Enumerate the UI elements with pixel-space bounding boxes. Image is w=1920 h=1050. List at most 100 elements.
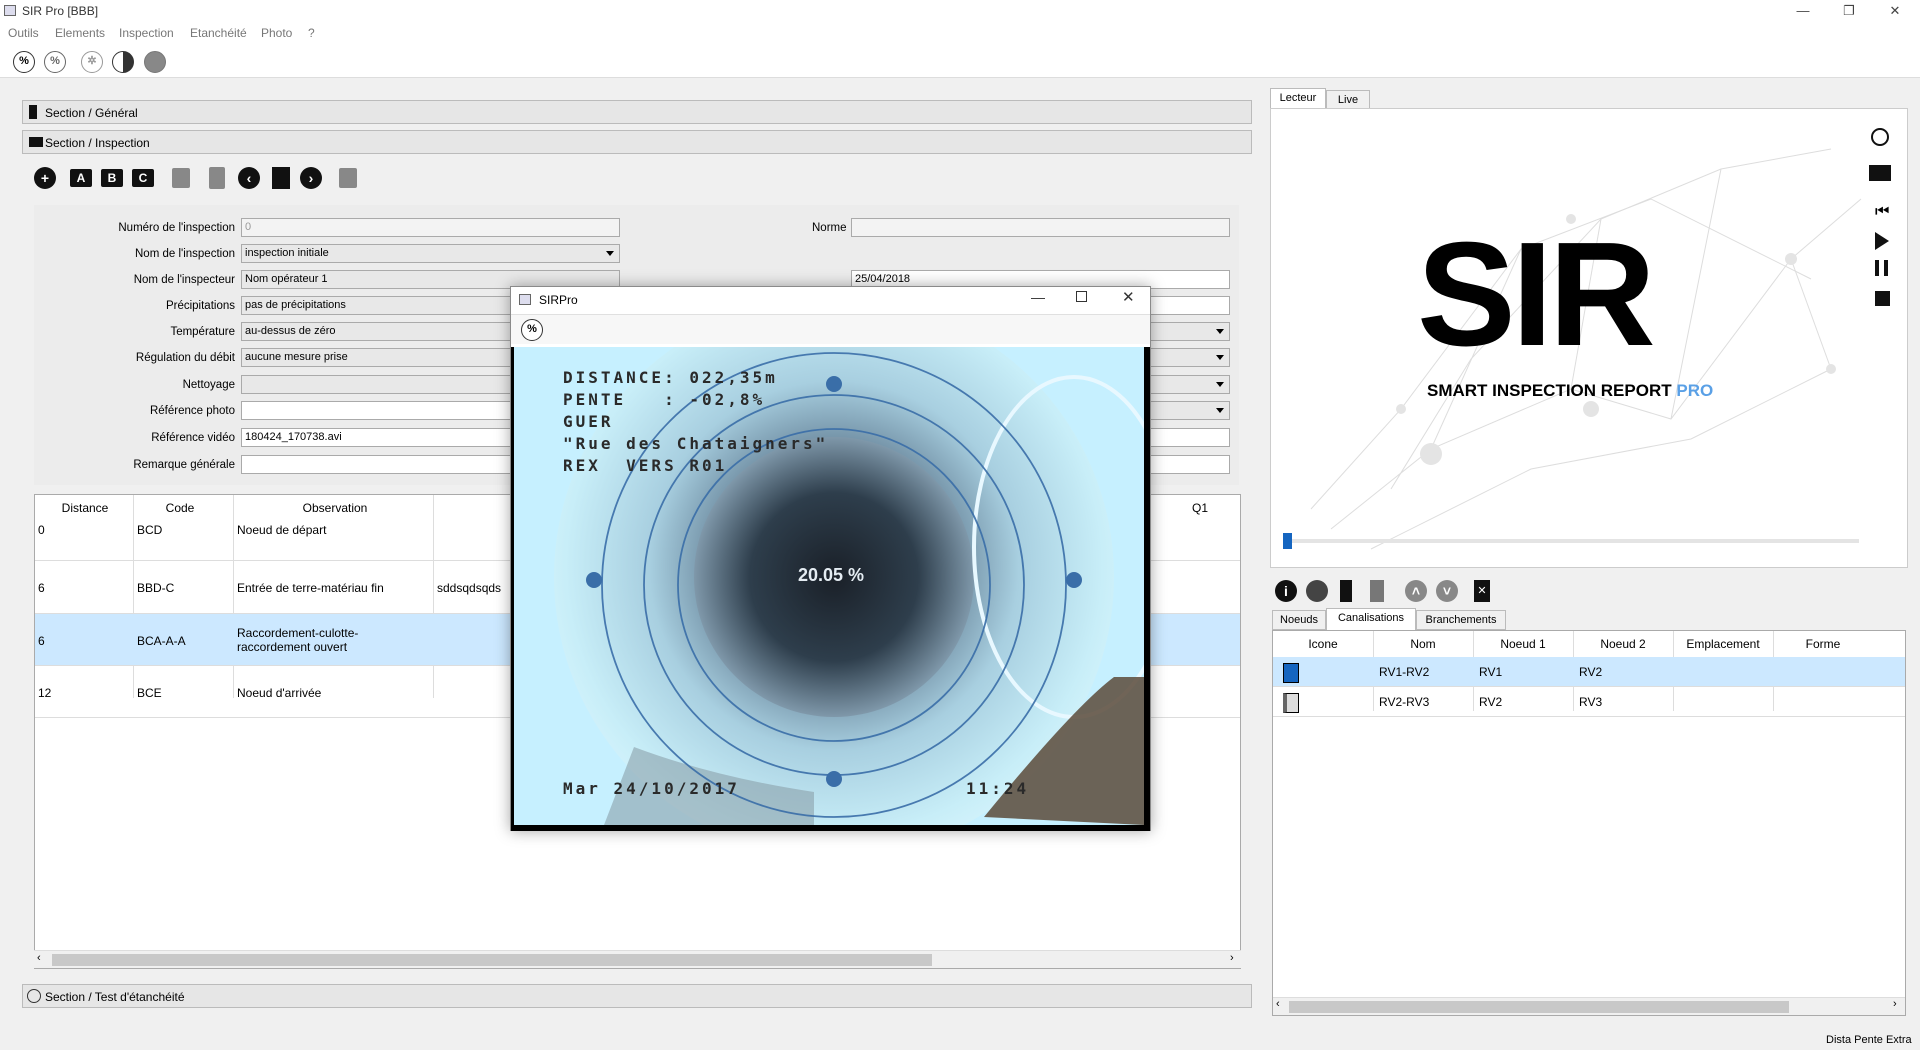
scroll-left-icon[interactable]: ‹ bbox=[37, 952, 41, 964]
column-header-noeud2[interactable]: Noeud 2 bbox=[1573, 637, 1673, 651]
stop-icon[interactable] bbox=[1875, 291, 1890, 306]
menu-inspection[interactable]: Inspection bbox=[119, 26, 174, 40]
brightness-icon[interactable] bbox=[144, 51, 166, 73]
close-button[interactable]: ✕ bbox=[1872, 0, 1918, 22]
dialog-maximize-button[interactable] bbox=[1076, 291, 1087, 302]
tab-canalisations[interactable]: Canalisations bbox=[1326, 608, 1416, 630]
cell-observation: Noeud de départ bbox=[237, 523, 327, 537]
form-label: Température bbox=[170, 326, 235, 338]
horizontal-scrollbar[interactable]: ‹ › bbox=[1273, 997, 1905, 1015]
general-remark-field[interactable] bbox=[241, 455, 511, 474]
pipe-icon[interactable] bbox=[1306, 580, 1328, 602]
flow-regulation-select[interactable]: aucune mesure prise bbox=[241, 348, 511, 367]
column-header-code[interactable]: Code bbox=[145, 501, 215, 515]
scroll-thumb[interactable] bbox=[1289, 1001, 1789, 1013]
save-frame-icon[interactable] bbox=[1869, 165, 1891, 181]
table-row[interactable]: RV2-RV3 RV2 RV3 bbox=[1273, 687, 1905, 717]
form-label: Référence photo bbox=[149, 405, 235, 417]
tab-branchements[interactable]: Branchements bbox=[1416, 610, 1506, 630]
settings-icon[interactable]: ✲ bbox=[81, 51, 103, 73]
chevron-down-icon bbox=[1216, 355, 1224, 360]
section-etancheite-header[interactable]: Section / Test d'étanchéité bbox=[22, 984, 1252, 1008]
percent-icon[interactable]: % bbox=[13, 51, 35, 73]
section-general-label: Section / Général bbox=[45, 106, 138, 120]
form-field-right[interactable] bbox=[1150, 296, 1230, 315]
column-header-nom[interactable]: Nom bbox=[1373, 637, 1473, 651]
download-icon[interactable] bbox=[339, 168, 357, 188]
column-header-emplacement[interactable]: Emplacement bbox=[1673, 637, 1773, 651]
restore-button[interactable]: ❐ bbox=[1826, 0, 1872, 22]
chart-icon[interactable] bbox=[172, 168, 190, 188]
tab-lecteur[interactable]: Lecteur bbox=[1270, 88, 1326, 108]
overlay-line4: "Rue des Chataigners" bbox=[563, 434, 829, 453]
pipe-section-icon[interactable] bbox=[1340, 580, 1352, 602]
menu-photo[interactable]: Photo bbox=[261, 26, 292, 40]
photo-c-button[interactable]: C bbox=[132, 169, 154, 187]
photo-a-button[interactable]: A bbox=[70, 169, 92, 187]
add-icon[interactable]: + bbox=[34, 167, 56, 189]
norme-field[interactable] bbox=[851, 218, 1230, 237]
previous-icon[interactable]: ‹ bbox=[238, 167, 260, 189]
photo-reference-field[interactable] bbox=[241, 401, 511, 420]
check-circle-icon bbox=[27, 989, 41, 1003]
delete-icon[interactable] bbox=[209, 167, 225, 189]
temperature-select[interactable]: au-dessus de zéro bbox=[241, 322, 511, 341]
section-inspection-header[interactable]: Section / Inspection bbox=[22, 130, 1252, 154]
form-field-right[interactable] bbox=[1150, 428, 1230, 447]
new-document-icon[interactable] bbox=[272, 167, 290, 189]
cell-noeud1: RV2 bbox=[1479, 695, 1503, 709]
pause-icon[interactable] bbox=[1875, 260, 1888, 276]
video-overlay-text: DISTANCE: 022,35m PENTE : -02,8% GUER "Rue … bbox=[563, 367, 828, 477]
video-reference-field[interactable]: 180424_170738.avi bbox=[241, 428, 511, 447]
column-header-noeud1[interactable]: Noeud 1 bbox=[1473, 637, 1573, 651]
branch-icon[interactable] bbox=[1370, 580, 1384, 602]
cleaning-select[interactable] bbox=[241, 375, 511, 394]
chevron-down-icon bbox=[1216, 382, 1224, 387]
column-header-distance[interactable]: Distance bbox=[45, 501, 125, 515]
column-header-observation[interactable]: Observation bbox=[255, 501, 415, 515]
section-general-header[interactable]: Section / Général bbox=[22, 100, 1252, 124]
precipitation-select[interactable]: pas de précipitations bbox=[241, 296, 511, 315]
photo-b-button[interactable]: B bbox=[101, 169, 123, 187]
dialog-minimize-button[interactable]: — bbox=[1031, 289, 1045, 305]
column-header-icone[interactable]: Icone bbox=[1273, 637, 1373, 651]
menu-etancheite[interactable]: Etanchéité bbox=[190, 26, 247, 40]
contrast-icon[interactable] bbox=[112, 51, 134, 73]
form-label: Régulation du débit bbox=[135, 352, 235, 364]
dialog-close-button[interactable]: ✕ bbox=[1122, 288, 1135, 306]
percent-outline-icon[interactable]: % bbox=[44, 51, 66, 73]
move-up-icon[interactable]: ˄ bbox=[1405, 580, 1427, 602]
play-icon[interactable] bbox=[1875, 232, 1889, 250]
scroll-right-icon[interactable]: › bbox=[1230, 952, 1234, 964]
scroll-right-icon[interactable]: › bbox=[1893, 998, 1897, 1010]
delete-icon[interactable]: ✕ bbox=[1474, 580, 1490, 602]
scroll-left-icon[interactable]: ‹ bbox=[1276, 998, 1280, 1010]
menu-help[interactable]: ? bbox=[308, 26, 315, 40]
tab-noeuds[interactable]: Noeuds bbox=[1272, 610, 1326, 630]
column-header-forme[interactable]: Forme bbox=[1773, 637, 1873, 651]
tab-live[interactable]: Live bbox=[1326, 90, 1370, 110]
cell-code: BCD bbox=[137, 523, 163, 537]
table-row-selected[interactable]: RV1-RV2 RV1 RV2 bbox=[1273, 657, 1905, 687]
inspection-name-select[interactable]: inspection initiale bbox=[241, 244, 620, 263]
column-header-q1[interactable]: Q1 bbox=[1185, 501, 1215, 515]
menu-outils[interactable]: Outils bbox=[8, 26, 39, 40]
percent-icon[interactable]: % bbox=[521, 319, 543, 341]
section-etancheite-label: Section / Test d'étanchéité bbox=[45, 990, 185, 1004]
form-field-right[interactable] bbox=[1150, 455, 1230, 474]
skip-back-icon[interactable]: ⏮ bbox=[1875, 203, 1889, 221]
info-icon[interactable]: i bbox=[1275, 580, 1297, 602]
minimize-button[interactable]: — bbox=[1780, 0, 1826, 22]
cell-code: BBD-C bbox=[137, 581, 175, 595]
move-down-icon[interactable]: ˅ bbox=[1436, 580, 1458, 602]
horizontal-scrollbar[interactable]: ‹ › bbox=[34, 950, 1241, 968]
progress-handle[interactable] bbox=[1283, 533, 1292, 549]
inspection-number-field[interactable]: 0 bbox=[241, 218, 620, 237]
menu-elements[interactable]: Elements bbox=[55, 26, 105, 40]
overlay-distance: DISTANCE: 022,35m bbox=[563, 368, 778, 387]
scroll-thumb[interactable] bbox=[52, 954, 932, 966]
next-icon[interactable]: › bbox=[300, 167, 322, 189]
progress-track[interactable] bbox=[1283, 539, 1859, 543]
cell-observation: Noeud d'arrivée bbox=[237, 686, 322, 700]
zoom-icon[interactable] bbox=[1871, 128, 1889, 146]
